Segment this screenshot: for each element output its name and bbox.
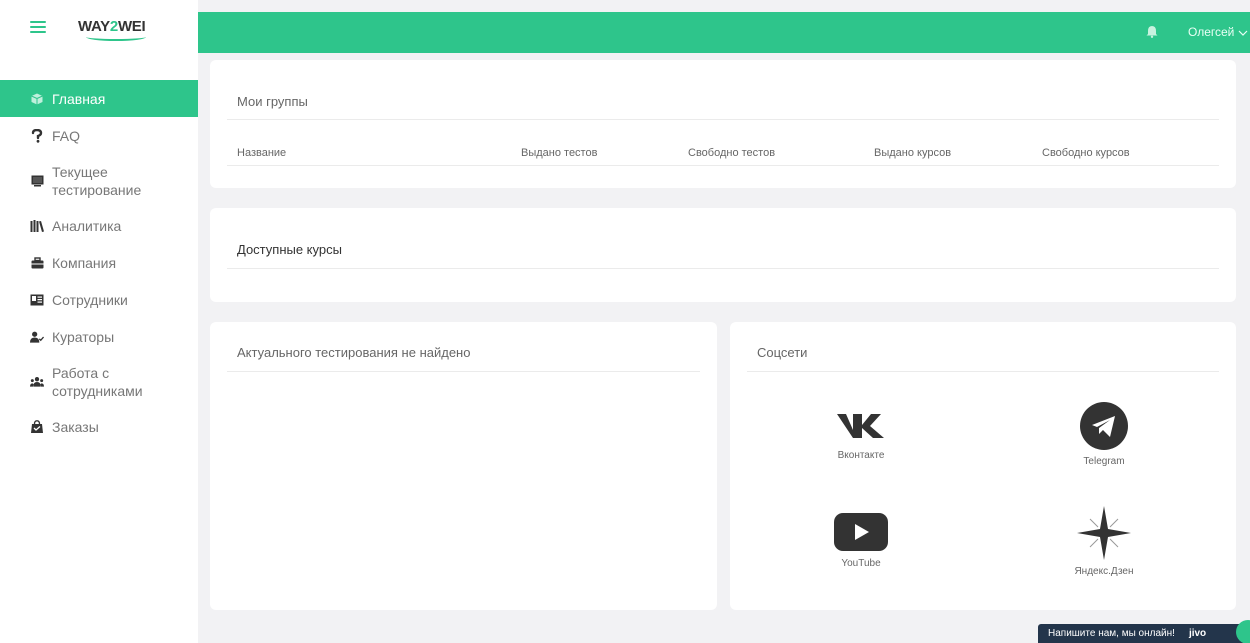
youtube-icon xyxy=(834,512,888,552)
user-name: Олегсей xyxy=(1188,25,1235,39)
current-testing-title: Актуального тестирования не найдено xyxy=(237,345,471,360)
divider xyxy=(227,371,700,372)
zen-icon xyxy=(1077,506,1131,560)
briefcase-icon xyxy=(30,256,44,270)
chat-widget-brand: jivo xyxy=(1188,628,1207,639)
sidebar-item-curators[interactable]: Кураторы xyxy=(0,318,198,355)
cube-icon xyxy=(30,92,44,106)
divider xyxy=(227,268,1219,269)
sidebar: WAY2WEI Главная FAQ Текущее тестирование xyxy=(0,0,198,643)
sidebar-item-home[interactable]: Главная xyxy=(0,80,198,117)
column-header-courses-issued[interactable]: Выдано курсов xyxy=(874,147,951,159)
telegram-icon xyxy=(1080,402,1128,450)
logo[interactable]: WAY2WEI xyxy=(78,18,146,41)
contact-card-icon xyxy=(30,293,44,307)
users-icon xyxy=(30,375,44,389)
divider xyxy=(227,119,1219,120)
divider xyxy=(747,371,1219,372)
social-link-youtube[interactable]: YouTube xyxy=(801,512,921,569)
chat-status-dot xyxy=(1236,620,1250,643)
user-menu[interactable]: Олегсей xyxy=(1188,25,1248,39)
sidebar-item-company[interactable]: Компания xyxy=(0,244,198,281)
column-header-tests-issued[interactable]: Выдано тестов xyxy=(521,147,597,159)
sidebar-item-analytics[interactable]: Аналитика xyxy=(0,207,198,244)
vk-icon xyxy=(834,404,888,444)
chat-widget-text: Напишите нам, мы онлайн! xyxy=(1048,628,1175,639)
hamburger-menu-icon[interactable] xyxy=(30,20,46,33)
sidebar-item-work-with-employees[interactable]: Работа с сотрудниками xyxy=(0,355,198,408)
chat-widget[interactable]: Напишите нам, мы онлайн! jivo xyxy=(1038,620,1250,643)
column-header-courses-free[interactable]: Свободно курсов xyxy=(1042,147,1130,159)
books-icon xyxy=(30,219,44,233)
sidebar-item-current-testing[interactable]: Текущее тестирование xyxy=(0,154,198,207)
social-title: Соцсети xyxy=(757,345,808,360)
current-testing-card: Актуального тестирования не найдено xyxy=(210,322,717,610)
column-header-tests-free[interactable]: Свободно тестов xyxy=(688,147,775,159)
available-courses-title: Доступные курсы xyxy=(237,242,342,257)
top-bar: Олегсей xyxy=(198,12,1250,53)
social-link-vk[interactable]: Вконтакте xyxy=(801,404,921,461)
my-groups-card: Мои группы Название Выдано тестов Свобод… xyxy=(210,60,1236,188)
column-header-name[interactable]: Название xyxy=(237,147,286,159)
available-courses-card: Доступные курсы xyxy=(210,208,1236,302)
social-link-yandex-zen[interactable]: Яндекс.Дзен xyxy=(1044,506,1164,577)
sidebar-item-employees[interactable]: Сотрудники xyxy=(0,281,198,318)
sidebar-nav: Главная FAQ Текущее тестирование Аналити… xyxy=(0,80,198,445)
shopping-bag-icon xyxy=(30,420,44,434)
bell-icon[interactable] xyxy=(1146,25,1160,39)
question-icon xyxy=(30,128,44,143)
social-card: Соцсети Вконтакте Telegram YouTube Яндек… xyxy=(730,322,1236,610)
my-groups-title: Мои группы xyxy=(237,94,308,109)
sidebar-item-faq[interactable]: FAQ xyxy=(0,117,198,154)
sidebar-item-orders[interactable]: Заказы xyxy=(0,408,198,445)
divider xyxy=(227,165,1219,166)
user-check-icon xyxy=(30,330,44,344)
sidebar-header: WAY2WEI xyxy=(0,0,198,53)
chevron-down-icon xyxy=(1238,27,1248,37)
social-link-telegram[interactable]: Telegram xyxy=(1044,402,1164,467)
monitor-icon xyxy=(30,174,44,188)
